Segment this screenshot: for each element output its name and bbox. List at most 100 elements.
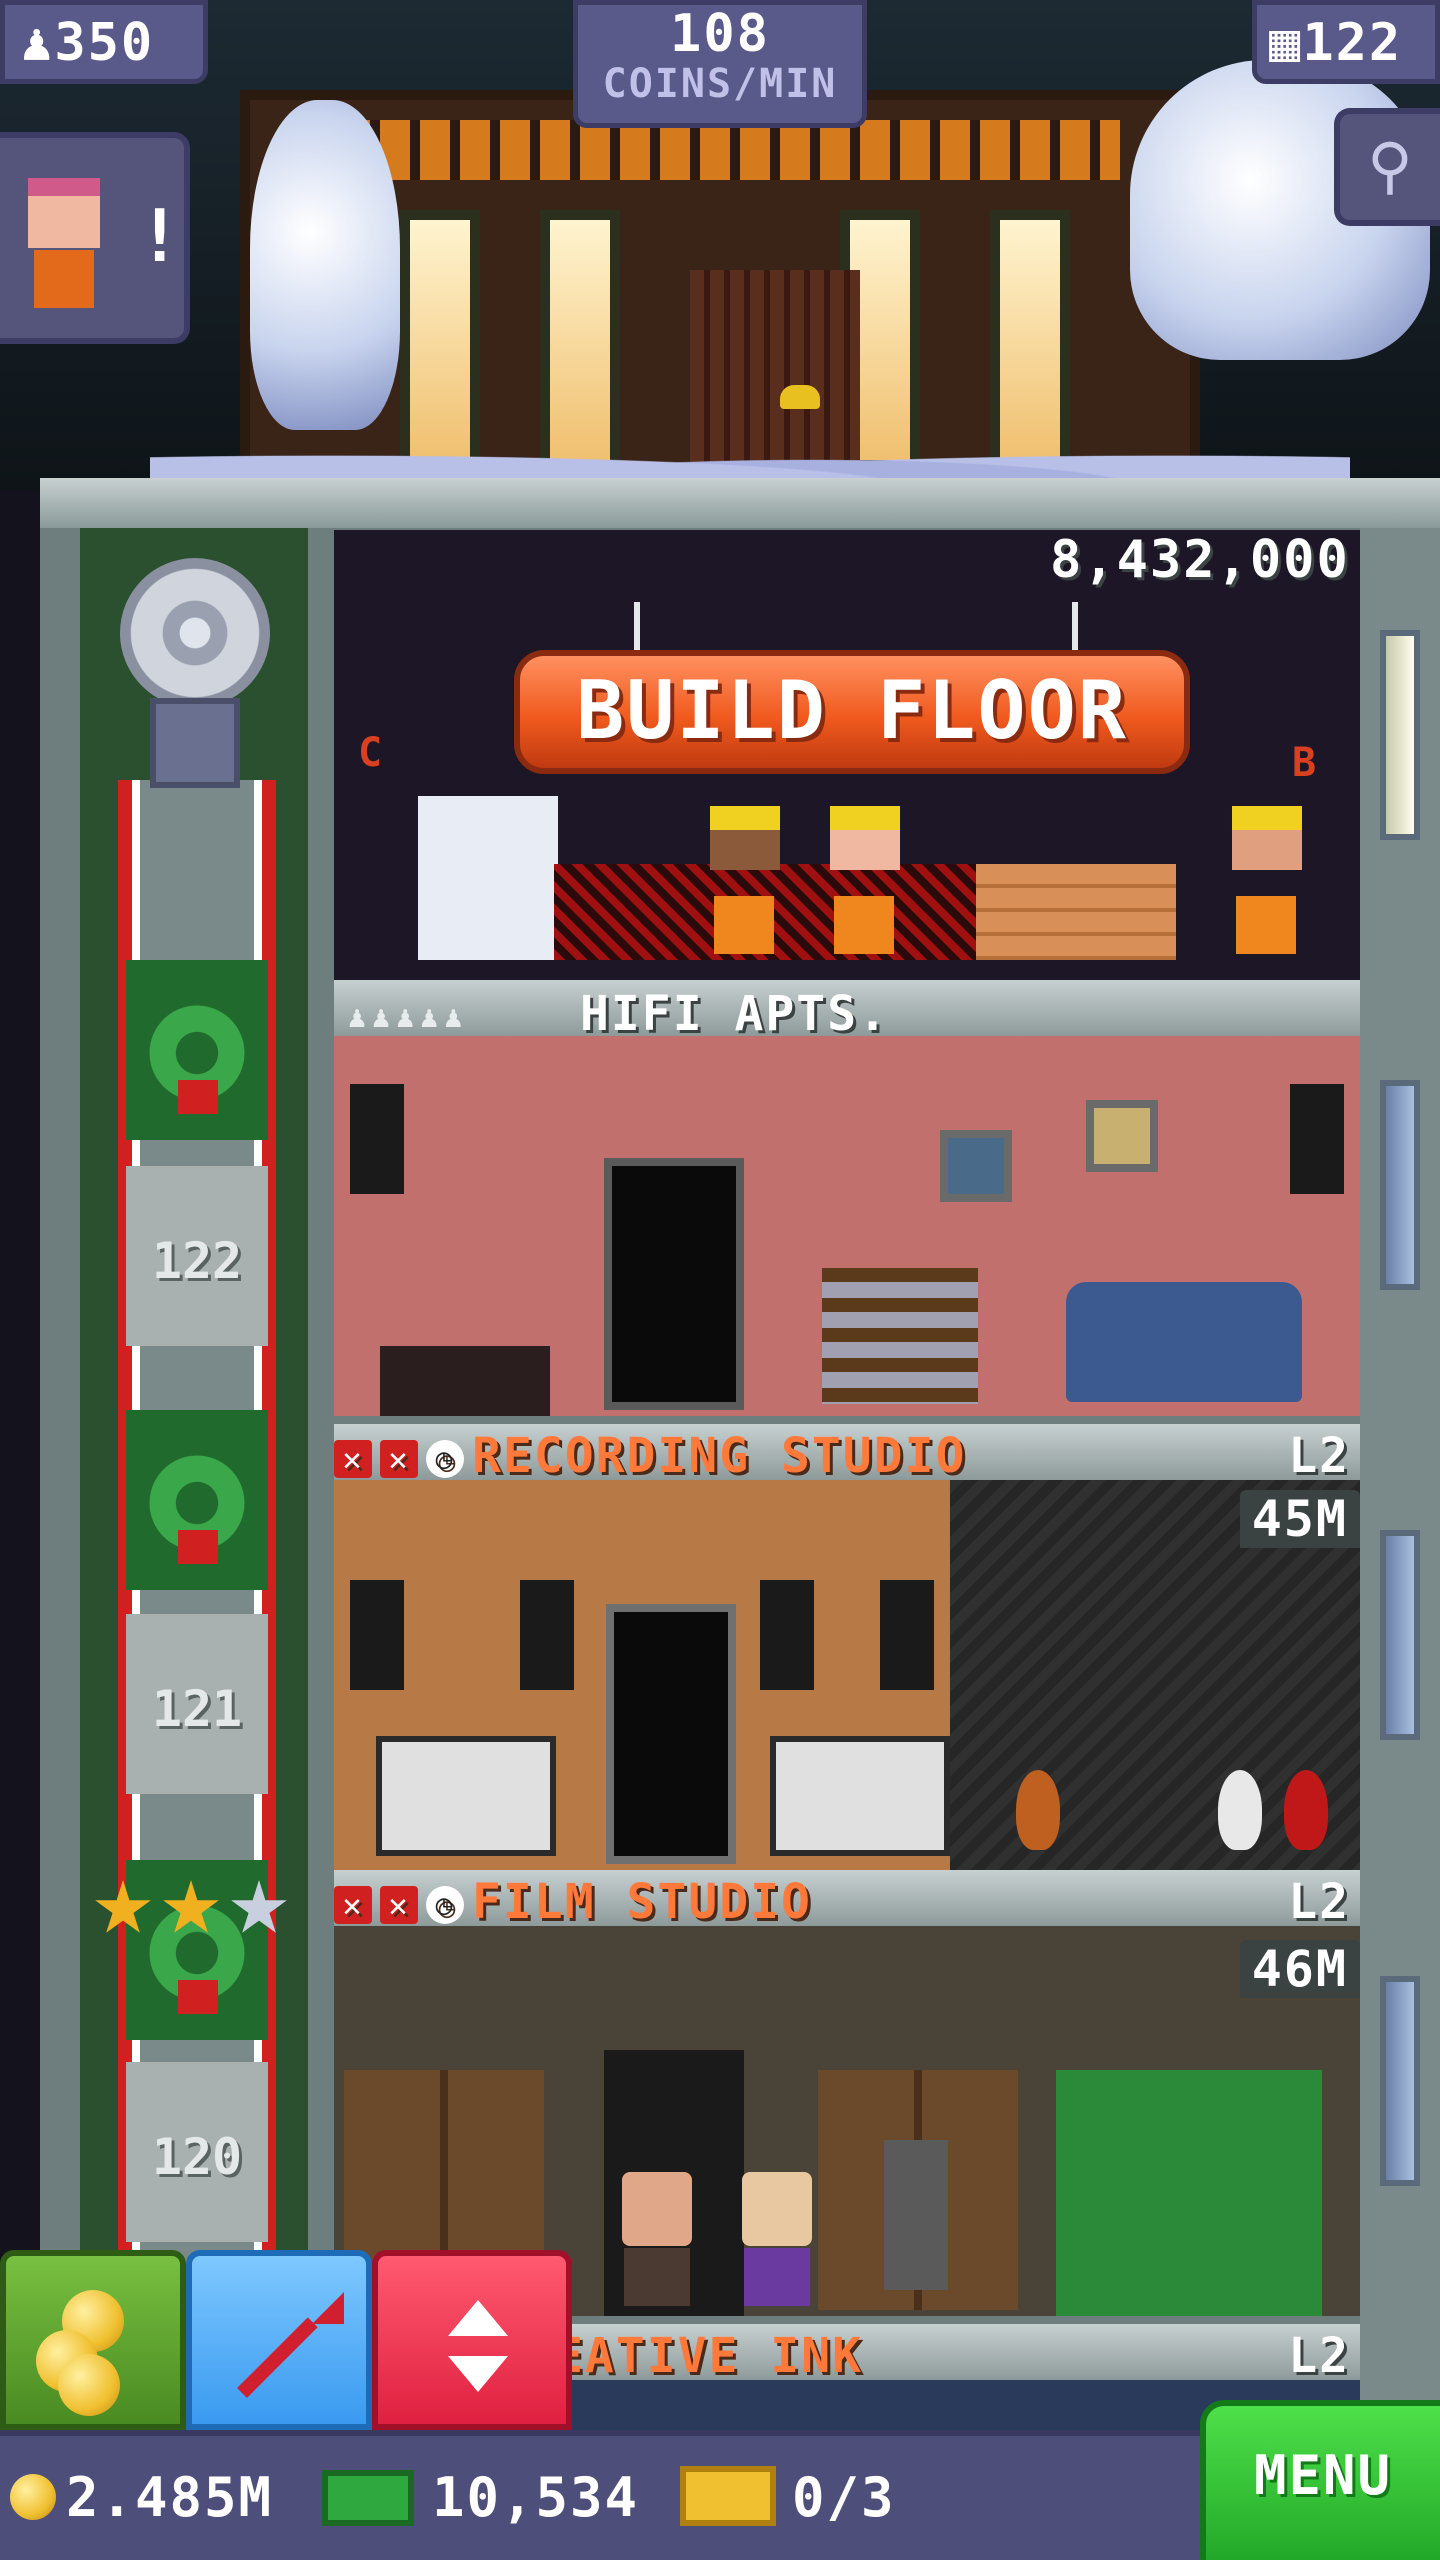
coins-per-minute: 108 COINS/MIN [573,0,867,128]
film-reel-icon [120,558,270,708]
construction-marker-left: C [358,730,385,776]
star-icon [95,1880,151,1933]
search-button[interactable]: ⚲ [1334,108,1440,226]
resident-body [744,2248,810,2306]
collect-coins-button[interactable] [0,2250,186,2430]
floor-price-tag: 46M [1239,1940,1360,1998]
floor-count-value: 122 [1302,13,1403,73]
x-icon: ✕ [334,1886,372,1924]
alert-icon: ! [138,194,182,278]
guitar [1218,1770,1262,1850]
worker-body [1236,896,1296,954]
elevator-stop[interactable]: 122 [126,1166,268,1346]
building-icon: ▦ [1269,13,1303,73]
elevator-floor-number: 122 [151,1232,243,1290]
snowy-tree-left [250,100,400,430]
down-arrow-icon [448,2356,508,2392]
wall-speaker [880,1580,934,1690]
arrow-icon [237,2317,318,2398]
wall-picture [940,1130,1012,1202]
population-counter: ♟350 [0,0,208,84]
x-icon: ✕ [334,1440,372,1478]
vip-visitor-button[interactable]: ! [0,132,190,344]
side-table [380,1346,550,1416]
construction-marker-right: B [1292,740,1319,786]
floor-status: ✕ ✕ ◷ FILM STUDIO [334,1874,812,1930]
move-floor-button[interactable] [186,2250,372,2430]
star-icon [163,1880,219,1933]
film-camera [884,2140,948,2290]
rail-window [1380,1530,1420,1740]
wall-speaker [760,1580,814,1690]
elevator-motor [98,548,298,798]
floor-name-hifi-apts: HIFI APTS. [580,986,889,1042]
tickets-count: 0/3 [792,2466,896,2529]
resident-avatar [742,2172,812,2246]
ticket-icon [680,2466,776,2526]
floor-name: FILM STUDIO [472,1874,812,1930]
construction-crate [976,864,1176,960]
crane-hook [634,602,640,652]
floor-label-film-studio: ✕ ✕ ◷ FILM STUDIO L2 [334,1870,1360,1930]
clock-icon: ◷ [426,1440,464,1478]
residents-icon: ♟♟♟♟♟ [348,1000,469,1035]
elevator-floor-number: 121 [151,1680,243,1738]
floor-name: EATIVE INK [554,2328,863,2384]
apartment-door [604,1158,744,1410]
floor-level: L2 [1288,2328,1350,2384]
arrow-head-icon [312,2292,344,2324]
green-screen [1056,2070,1322,2316]
wall-speaker [1290,1084,1344,1194]
x-icon: ✕ [380,1440,418,1478]
guitar [1284,1770,1328,1850]
coin-icon [10,2474,56,2520]
floor-rating [92,1880,312,1940]
up-arrow-icon [448,2300,508,2336]
menu-button[interactable]: MENU [1200,2400,1440,2560]
elevator-stop[interactable]: 121 [126,1614,268,1794]
vip-avatar-body [34,250,94,308]
worker-body [834,896,894,954]
bell-icon [780,385,820,409]
floor-name: RECORDING STUDIO [472,1428,967,1484]
coins-total: 2.485M [66,2466,274,2529]
wall-picture [1086,1100,1158,1172]
clock-icon: ◷ [426,1886,464,1924]
studio-door [606,1604,736,1864]
sofa [1066,1282,1302,1402]
worker-avatar [1232,806,1302,870]
person-icon: ♟ [21,13,55,73]
wall-speaker [520,1580,574,1690]
build-cost: 8,432,000 [1050,530,1350,590]
guitar [1016,1770,1060,1850]
record-shelf [822,1268,978,1404]
motor-box [150,698,240,788]
worker-avatar [830,806,900,870]
floor-level: L2 [1288,1428,1350,1484]
rail-window [1380,1976,1420,2186]
elevator-floor-number: 120 [151,2128,243,2186]
coins-per-min-value: 108 [670,4,770,64]
x-icon: ✕ [380,1886,418,1924]
mixing-console [376,1736,556,1856]
wall-speaker [350,1084,404,1194]
star-icon-empty [231,1880,287,1933]
elevator-stop[interactable]: 120 [126,2062,268,2242]
mixing-console [770,1736,950,1856]
population-value: 350 [54,13,155,73]
rail-window [1380,1080,1420,1290]
elevator-button[interactable] [372,2250,572,2430]
floor-level: L2 [1288,1874,1350,1930]
magnifier-icon: ⚲ [1367,129,1413,202]
crane-hook [1072,602,1078,652]
coins-per-min-label: COINS/MIN [602,61,838,107]
tower-bux-total: 10,534 [432,2466,640,2529]
construction-crate [418,796,558,960]
elevator-stop-wreath [126,1410,268,1590]
floor-status: ✕ ✕ ◷ RECORDING STUDIO [334,1428,966,1484]
floor-counter: ▦122 [1252,0,1440,84]
vip-avatar [28,178,100,248]
resident-avatar [622,2172,692,2246]
floor-label-recording-studio: ✕ ✕ ◷ RECORDING STUDIO L2 [334,1424,1360,1484]
build-floor-button[interactable]: BUILD FLOOR [514,650,1190,774]
